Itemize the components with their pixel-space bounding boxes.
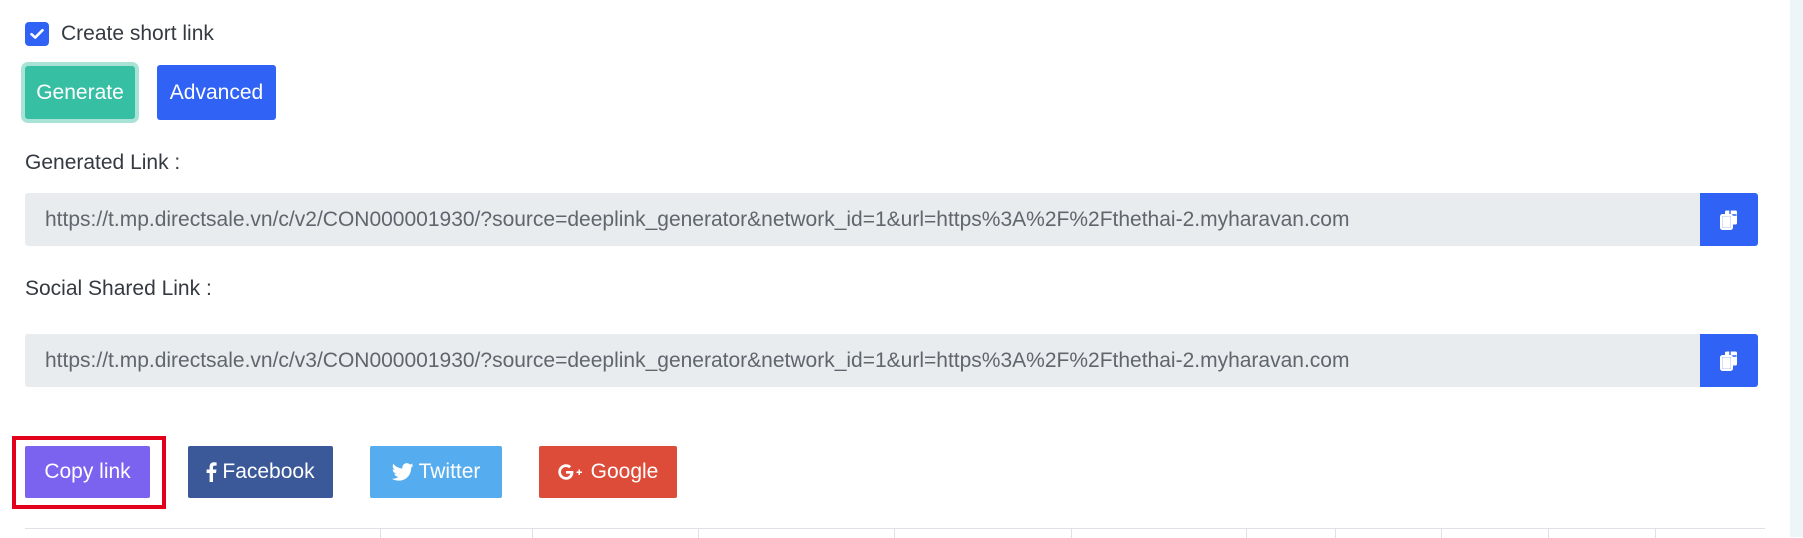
check-icon <box>30 28 44 39</box>
social-shared-link-label: Social Shared Link : <box>25 277 212 300</box>
facebook-label: Facebook <box>222 460 315 483</box>
twitter-share-button[interactable]: Twitter <box>370 446 502 498</box>
google-plus-icon <box>557 464 586 480</box>
social-shared-link-group <box>25 334 1758 387</box>
scrollbar-track[interactable] <box>1790 0 1803 537</box>
create-short-link-checkbox[interactable] <box>25 22 49 46</box>
generated-link-group <box>25 193 1758 246</box>
generated-link-input[interactable] <box>25 193 1700 246</box>
deeplink-generator-panel: Create short link Generate Advanced Gene… <box>0 0 1803 538</box>
copy-icon <box>1720 210 1737 230</box>
copy-social-link-button[interactable] <box>1700 334 1758 387</box>
social-shared-link-input[interactable] <box>25 334 1700 387</box>
twitter-icon <box>391 463 414 481</box>
advanced-button[interactable]: Advanced <box>157 65 276 120</box>
facebook-share-button[interactable]: Facebook <box>188 446 333 498</box>
create-short-link-row[interactable]: Create short link <box>25 21 214 47</box>
generated-link-label: Generated Link : <box>25 151 181 174</box>
generate-button[interactable]: Generate <box>25 66 135 119</box>
google-share-button[interactable]: Google <box>539 446 677 498</box>
copy-link-button[interactable]: Copy link <box>25 446 150 498</box>
facebook-icon <box>206 462 217 482</box>
table-header-edge <box>25 528 1765 538</box>
copy-generated-link-button[interactable] <box>1700 193 1758 246</box>
google-label: Google <box>590 460 659 483</box>
create-short-link-label: Create short link <box>61 22 214 45</box>
copy-icon <box>1720 351 1737 371</box>
twitter-label: Twitter <box>418 460 481 483</box>
